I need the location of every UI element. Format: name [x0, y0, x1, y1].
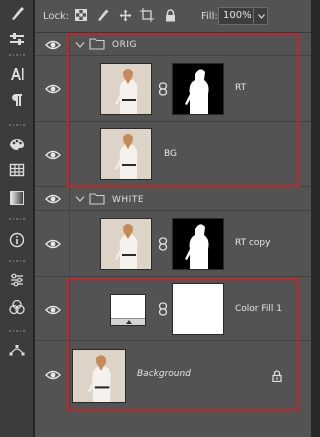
toolbar-separator [9, 260, 25, 264]
layer-rt-copy[interactable]: RT copy [35, 211, 311, 277]
info-icon[interactable] [4, 228, 30, 252]
layer-name-color-fill-1: Color Fill 1 [235, 304, 282, 314]
fill-dropdown-chevron-icon[interactable] [253, 7, 268, 25]
fill-label: Fill: [201, 11, 218, 22]
lock-artboard-icon[interactable] [140, 8, 154, 22]
model-photo-thumbnail [101, 219, 151, 269]
toolbar-separator [9, 218, 25, 222]
column-divider [69, 33, 70, 55]
mask-silhouette [185, 224, 209, 269]
folder-icon [89, 193, 105, 205]
character-panel-icon[interactable] [4, 62, 30, 86]
link-chain-icon[interactable] [158, 302, 168, 316]
fill-layer-thumbnail[interactable] [110, 294, 146, 326]
layer-background[interactable]: Background [35, 341, 311, 409]
column-divider [69, 341, 70, 409]
visibility-eye-icon[interactable] [45, 83, 61, 95]
group-name-orig: ORIG [112, 40, 137, 50]
visibility-eye-icon[interactable] [45, 304, 61, 316]
swatches-icon[interactable] [4, 132, 30, 156]
layer-thumbnail [100, 218, 152, 270]
adjustments-icon[interactable] [4, 268, 30, 292]
chevron-down-icon[interactable] [75, 195, 85, 203]
toolbar-separator [9, 330, 25, 334]
visibility-eye-icon[interactable] [45, 238, 61, 250]
mask-silhouette [185, 69, 209, 114]
layer-thumbnail [100, 128, 152, 180]
lock-label: Lock: [43, 11, 70, 22]
layer-name-rt: RT [235, 83, 247, 93]
paths-icon[interactable] [4, 338, 30, 362]
layers-panel: Lock: Fill: 100% ORIG RT BG WHITE RT cop… [35, 0, 311, 437]
layer-rt[interactable]: RT [35, 56, 311, 122]
model-photo-thumbnail [101, 64, 151, 114]
lock-icon [272, 370, 282, 382]
lock-image-pixels-icon[interactable] [95, 8, 109, 22]
layers-options-bar: Lock: Fill: 100% [35, 0, 311, 33]
visibility-eye-icon[interactable] [45, 149, 61, 161]
visibility-eye-icon[interactable] [45, 369, 61, 381]
toolbar-separator [9, 124, 25, 128]
layer-thumbnail [72, 349, 126, 403]
toolbar-separator [9, 54, 25, 58]
paragraph-panel-icon[interactable] [4, 88, 30, 112]
group-name-white: WHITE [112, 195, 145, 205]
model-photo-thumbnail [73, 350, 125, 402]
layer-name-background: Background [137, 369, 191, 379]
adjust-brush-icon[interactable] [4, 26, 30, 50]
column-divider [69, 122, 70, 186]
table-icon[interactable] [4, 158, 30, 182]
visibility-eye-icon[interactable] [45, 193, 61, 205]
layer-group-orig[interactable]: ORIG [35, 33, 311, 56]
tool-panel [0, 0, 34, 437]
layer-mask-thumbnail[interactable] [172, 283, 224, 335]
layer-mask-thumbnail[interactable] [172, 63, 224, 115]
layer-name-bg: BG [164, 149, 177, 159]
column-divider [69, 211, 70, 276]
link-chain-icon[interactable] [158, 237, 168, 251]
layer-thumbnail [100, 63, 152, 115]
lock-position-icon[interactable] [118, 8, 132, 22]
layer-name-rt-copy: RT copy [235, 238, 271, 248]
panel-empty-area [35, 409, 311, 437]
column-divider [69, 56, 70, 121]
folder-icon [89, 38, 105, 50]
brush-tool-icon[interactable] [4, 2, 30, 26]
layer-group-white[interactable]: WHITE [35, 187, 311, 211]
layer-color-fill-1[interactable]: Color Fill 1 [35, 277, 311, 341]
link-chain-icon[interactable] [158, 82, 168, 96]
column-divider [69, 187, 70, 210]
model-photo-thumbnail [101, 129, 151, 179]
layer-mask-thumbnail[interactable] [172, 218, 224, 270]
visibility-eye-icon[interactable] [45, 39, 61, 51]
column-divider [69, 277, 70, 340]
lock-all-icon[interactable] [163, 8, 177, 22]
channels-icon[interactable] [4, 295, 30, 319]
gradient-icon[interactable] [4, 186, 30, 210]
lock-transparent-pixels-icon[interactable] [74, 8, 88, 22]
layer-bg[interactable]: BG [35, 122, 311, 187]
chevron-down-icon[interactable] [75, 41, 85, 49]
